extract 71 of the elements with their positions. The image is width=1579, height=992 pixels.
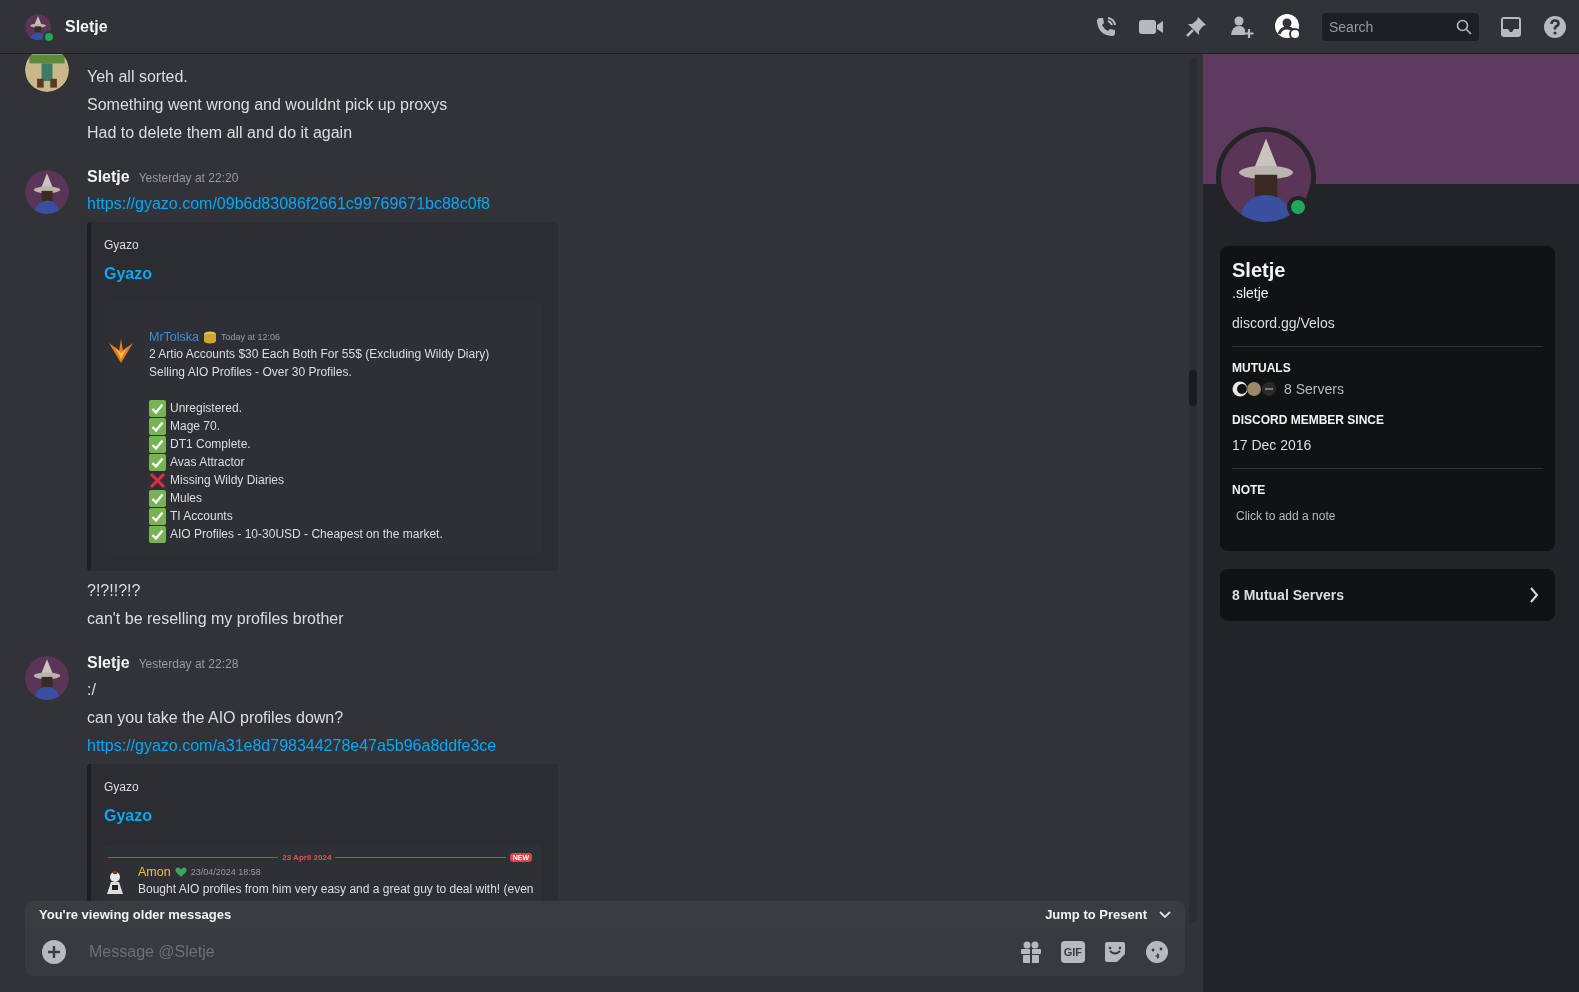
message-text: Something went wrong and wouldnt pick up proxys xyxy=(87,96,448,113)
message-text: Selling AIO Profiles - Over 30 Profiles. xyxy=(149,364,353,381)
avatar xyxy=(25,656,69,700)
checklist-text: Mage 70. xyxy=(170,419,221,433)
section-heading: MUTUALS xyxy=(1232,361,1292,375)
checklist-text: Mules xyxy=(170,491,202,505)
message-text: Bought AIO profiles from him very easy and a great guy to deal with! (even xyxy=(138,881,534,898)
checklist-text: DT1 Complete. xyxy=(170,437,251,451)
embed-title[interactable]: Gyazo xyxy=(104,265,542,283)
user-profile-icon[interactable] xyxy=(1274,12,1302,41)
embed-provider: Gyazo xyxy=(104,238,140,252)
timestamp: Yesterday at 22:20 xyxy=(138,171,239,185)
message-text: Had to delete them all and do it again xyxy=(87,124,353,141)
section-heading: DISCORD MEMBER SINCE xyxy=(1232,413,1385,427)
member-since-date: 17 Dec 2016 xyxy=(1232,437,1313,453)
plus-icon[interactable] xyxy=(41,939,67,965)
message-text: can't be reselling my profiles brother xyxy=(87,610,344,627)
search-field[interactable]: Search xyxy=(1322,12,1479,41)
message-field[interactable]: Message @Sletje GIF xyxy=(25,928,1185,976)
message-text: Yeh all sorted. xyxy=(87,68,188,85)
timestamp: Today at 12:06 xyxy=(221,332,281,342)
checklist-text: Unregistered. xyxy=(170,401,243,415)
jump-to-present-button[interactable]: Jump to Present xyxy=(1045,907,1171,922)
timestamp: 23/04/2024 18:58 xyxy=(190,867,261,877)
checklist-text: AIO Profiles - 10-30USD - Cheapest on the market. xyxy=(170,527,443,541)
mutual-servers-button[interactable]: 8 Mutual Servers xyxy=(1220,569,1555,621)
gift-icon[interactable] xyxy=(1018,940,1043,964)
author-name: MrTolska xyxy=(149,330,199,344)
date-divider: 23 April 2024 xyxy=(282,853,332,862)
channel-title: Sletje xyxy=(65,17,108,36)
embed-title[interactable]: Gyazo xyxy=(104,807,542,825)
timestamp: Yesterday at 22:28 xyxy=(138,657,239,671)
checklist-text: Missing Wildy Diaries xyxy=(170,473,285,487)
checklist-text: Avas Attractor xyxy=(170,455,245,469)
server-icons-drawing xyxy=(1232,381,1278,397)
gif-button[interactable]: GIF xyxy=(1060,941,1085,963)
chevron-right-icon xyxy=(1529,587,1539,603)
section-heading: NOTE xyxy=(1232,483,1267,497)
bio-text: discord.gg/Velos xyxy=(1232,315,1336,331)
avatar xyxy=(104,870,126,894)
author-name[interactable]: Sletje xyxy=(87,654,130,672)
author-name: Amon xyxy=(138,865,171,879)
chevron-down-icon xyxy=(1159,910,1171,919)
message-text: ?!?!!?!? xyxy=(87,582,141,599)
author-name[interactable]: Sletje xyxy=(87,168,130,186)
emoji-icon[interactable] xyxy=(1145,940,1169,964)
checklist-text: TI Accounts xyxy=(170,509,233,523)
message-text: can you take the AIO profiles down? xyxy=(87,709,344,726)
display-name: Sletje xyxy=(1232,259,1287,282)
search-icon xyxy=(1456,18,1472,35)
sticker-icon[interactable] xyxy=(1103,940,1127,964)
phone-call-icon[interactable] xyxy=(1094,14,1118,39)
inbox-icon[interactable] xyxy=(1499,14,1523,39)
avatar xyxy=(25,54,69,92)
message-link[interactable]: https://gyazo.com/a31e8d798344278e47a5b96a8ddfe3ce xyxy=(87,737,497,754)
message-text: 2 Artio Accounts $30 Each Both For 55$ (Excluding Wildy Diary) xyxy=(149,346,490,363)
mutual-servers-count[interactable]: 8 Servers xyxy=(1284,381,1344,397)
avatar xyxy=(25,170,69,214)
heart-badge-icon xyxy=(174,866,187,878)
coins-icon xyxy=(203,330,217,344)
avatar xyxy=(25,13,51,40)
message-text: :/ xyxy=(87,681,96,698)
pin-icon[interactable] xyxy=(1184,14,1208,39)
embed-provider: Gyazo xyxy=(104,780,140,794)
scrollbar-thumb[interactable] xyxy=(1189,370,1197,406)
note-field[interactable]: Click to add a note xyxy=(1232,509,1543,523)
notice-text: You're viewing older messages xyxy=(39,907,232,922)
help-icon[interactable] xyxy=(1543,14,1567,39)
message-link[interactable]: https://gyazo.com/09b6d83086f2661c99769671bc88c0f8 xyxy=(87,195,490,212)
add-friend-icon[interactable] xyxy=(1228,14,1254,39)
username: .sletje xyxy=(1232,285,1270,301)
